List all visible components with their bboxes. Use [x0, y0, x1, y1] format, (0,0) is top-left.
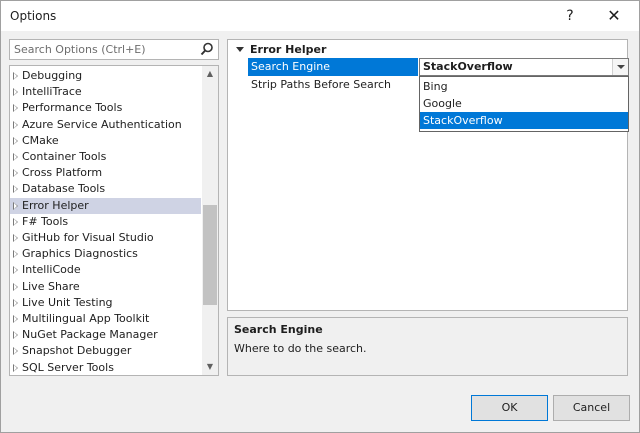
- tree-item[interactable]: GitHub for Visual Studio: [10, 230, 201, 246]
- tree-item[interactable]: Live Share: [10, 279, 201, 295]
- tree-item-label: Snapshot Debugger: [22, 344, 132, 358]
- scroll-up-icon[interactable]: ▲: [202, 66, 218, 82]
- tree-item-label: Graphics Diagnostics: [22, 247, 138, 261]
- tree-item-label: Live Share: [22, 279, 80, 293]
- search-engine-combo[interactable]: StackOverflow: [419, 58, 629, 76]
- tree-item[interactable]: IntelliCode: [10, 262, 201, 278]
- expand-icon[interactable]: [13, 363, 18, 372]
- title-bar: Options ? ✕: [1, 1, 639, 31]
- description-text: Where to do the search.: [234, 342, 367, 355]
- expand-icon[interactable]: [13, 217, 18, 226]
- expand-icon[interactable]: [13, 169, 18, 178]
- expand-icon[interactable]: [13, 266, 18, 275]
- tree-item[interactable]: Cross Platform: [10, 165, 201, 181]
- expand-icon[interactable]: [13, 347, 18, 356]
- tree-item-label: Live Unit Testing: [22, 295, 113, 309]
- expand-icon[interactable]: [13, 234, 18, 242]
- collapse-icon[interactable]: [236, 47, 244, 52]
- tree-item-label: Performance Tools: [22, 101, 123, 115]
- category-label: Error Helper: [250, 43, 327, 56]
- property-name[interactable]: Search Engine: [248, 58, 418, 76]
- search-engine-dropdown: Bing Google StackOverflow: [419, 76, 629, 132]
- scroll-down-icon[interactable]: ▼: [202, 359, 218, 375]
- tree-item-label: Cross Platform: [22, 166, 103, 180]
- description-title: Search Engine: [234, 323, 323, 336]
- tree-item[interactable]: Performance Tools: [10, 100, 201, 116]
- expand-icon[interactable]: [13, 185, 18, 194]
- tree-item-label: Container Tools: [22, 150, 107, 163]
- options-dialog: Options ? ✕ Debugging IntelliTrace Perform…: [0, 0, 640, 433]
- tree-scrollbar[interactable]: ▲ ▼: [202, 66, 218, 375]
- tree-item[interactable]: Graphics Diagnostics: [10, 246, 201, 262]
- tree-item-label: NuGet Package Manager: [22, 328, 158, 342]
- tree-item-label: Azure Service Authentication: [22, 117, 182, 131]
- tree-item[interactable]: SQL Server Tools: [10, 360, 201, 375]
- combo-value: StackOverflow: [423, 60, 513, 73]
- close-button[interactable]: ✕: [593, 1, 635, 31]
- expand-icon[interactable]: [13, 88, 18, 97]
- search-icon[interactable]: [200, 42, 214, 56]
- options-tree: Debugging IntelliTrace Performance Tools Az…: [9, 65, 219, 376]
- tree-item[interactable]: CMake: [10, 133, 201, 149]
- tree-item[interactable]: Multilingual App Toolkit: [10, 311, 201, 327]
- tree-item-label: Database Tools: [22, 182, 106, 196]
- expand-icon[interactable]: [13, 315, 18, 323]
- tree-item[interactable]: Error Helper: [10, 197, 201, 214]
- expand-icon[interactable]: [13, 153, 18, 161]
- expand-icon[interactable]: [13, 136, 18, 145]
- tree-item[interactable]: Debugging: [10, 68, 201, 84]
- help-button[interactable]: ?: [549, 1, 591, 31]
- dropdown-option-google[interactable]: Google: [420, 95, 628, 112]
- dialog-title: Options: [10, 9, 57, 23]
- expand-icon[interactable]: [13, 104, 18, 113]
- tree-item-label: SQL Server Tools: [22, 360, 114, 374]
- tree-item-label: CMake: [22, 133, 59, 147]
- expand-icon[interactable]: [13, 331, 18, 340]
- expand-icon[interactable]: [13, 250, 18, 259]
- search-input[interactable]: [14, 42, 194, 57]
- category-header[interactable]: Error Helper: [228, 42, 627, 58]
- tree-item[interactable]: NuGet Package Manager: [10, 327, 201, 343]
- expand-icon[interactable]: [13, 298, 18, 307]
- tree-item-label: IntelliTrace: [22, 85, 82, 99]
- property-name[interactable]: Strip Paths Before Search: [248, 76, 418, 94]
- tree-item[interactable]: F# Tools: [10, 214, 201, 230]
- scroll-thumb[interactable]: [203, 205, 217, 305]
- tree-item[interactable]: Live Unit Testing: [10, 295, 201, 311]
- tree-item-label: IntelliCode: [22, 263, 81, 277]
- tree-item[interactable]: Azure Service Authentication: [10, 117, 201, 133]
- description-panel: Search Engine Where to do the search.: [227, 317, 628, 376]
- search-box: [9, 39, 219, 60]
- dropdown-option-bing[interactable]: Bing: [420, 78, 628, 95]
- tree-item-label: Debugging: [22, 69, 83, 82]
- ok-button[interactable]: OK: [471, 395, 548, 421]
- expand-icon[interactable]: [13, 282, 18, 291]
- tree-item-label: Multilingual App Toolkit: [22, 312, 150, 325]
- expand-icon[interactable]: [13, 120, 18, 129]
- expand-icon[interactable]: [13, 201, 18, 210]
- tree-item-label: Error Helper: [22, 198, 89, 212]
- tree-item-label: GitHub for Visual Studio: [22, 231, 154, 244]
- tree-item-label: F# Tools: [22, 214, 69, 228]
- cancel-button[interactable]: Cancel: [553, 395, 630, 421]
- tree-item[interactable]: IntelliTrace: [10, 84, 201, 100]
- property-grid: Error Helper Search Engine Strip Paths B…: [227, 39, 629, 311]
- chevron-down-icon[interactable]: [612, 59, 628, 75]
- tree-item[interactable]: Container Tools: [10, 149, 201, 165]
- expand-icon[interactable]: [13, 72, 18, 80]
- tree-item[interactable]: Database Tools: [10, 181, 201, 197]
- tree-item[interactable]: Snapshot Debugger: [10, 343, 201, 359]
- dropdown-option-stackoverflow[interactable]: StackOverflow: [420, 112, 628, 129]
